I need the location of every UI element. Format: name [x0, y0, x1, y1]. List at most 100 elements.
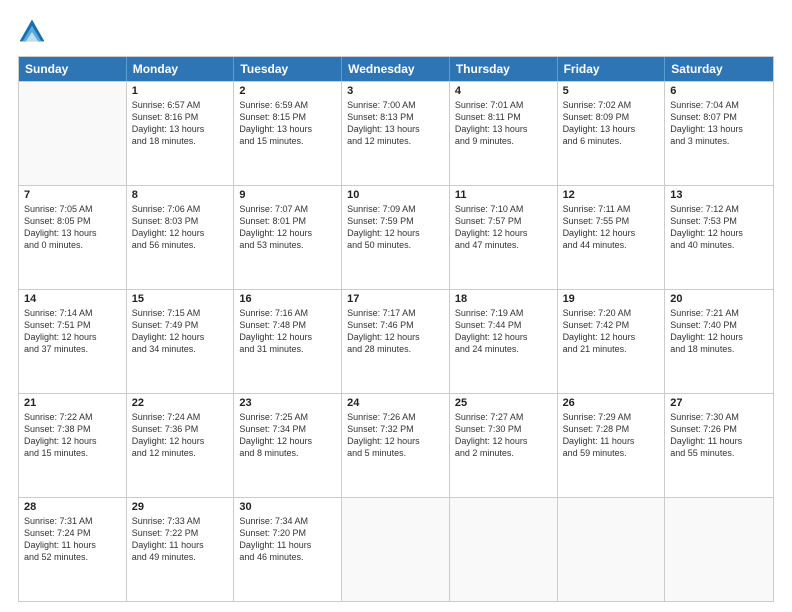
day-number: 15 [132, 293, 229, 305]
day-info: Sunrise: 6:57 AM Sunset: 8:16 PM Dayligh… [132, 99, 229, 148]
calendar-cell: 17 Sunrise: 7:17 AM Sunset: 7:46 PM Dayli… [342, 290, 450, 393]
calendar-cell: 15 Sunrise: 7:15 AM Sunset: 7:49 PM Dayli… [127, 290, 235, 393]
header [18, 18, 774, 46]
day-number: 5 [563, 85, 660, 97]
calendar-cell: 19 Sunrise: 7:20 AM Sunset: 7:42 PM Dayli… [558, 290, 666, 393]
day-number: 11 [455, 189, 552, 201]
day-number: 27 [670, 397, 768, 409]
calendar-cell: 3 Sunrise: 7:00 AM Sunset: 8:13 PM Daylig… [342, 82, 450, 185]
day-info: Sunrise: 7:26 AM Sunset: 7:32 PM Dayligh… [347, 411, 444, 460]
day-number: 16 [239, 293, 336, 305]
day-info: Sunrise: 7:07 AM Sunset: 8:01 PM Dayligh… [239, 203, 336, 252]
day-number: 12 [563, 189, 660, 201]
day-info: Sunrise: 7:17 AM Sunset: 7:46 PM Dayligh… [347, 307, 444, 356]
day-number: 29 [132, 501, 229, 513]
calendar-cell: 25 Sunrise: 7:27 AM Sunset: 7:30 PM Dayli… [450, 394, 558, 497]
day-number: 14 [24, 293, 121, 305]
calendar-cell: 27 Sunrise: 7:30 AM Sunset: 7:26 PM Dayli… [665, 394, 773, 497]
weekday-header-friday: Friday [558, 57, 666, 81]
calendar-cell [19, 82, 127, 185]
day-info: Sunrise: 7:22 AM Sunset: 7:38 PM Dayligh… [24, 411, 121, 460]
calendar-cell: 18Sunrise: 7:19 AM Sunset: 7:44 PM Dayli… [450, 290, 558, 393]
calendar-cell [450, 498, 558, 601]
day-number: 10 [347, 189, 444, 201]
calendar-cell: 21 Sunrise: 7:22 AM Sunset: 7:38 PM Dayli… [19, 394, 127, 497]
day-info: Sunrise: 7:20 AM Sunset: 7:42 PM Dayligh… [563, 307, 660, 356]
day-info: Sunrise: 7:11 AM Sunset: 7:55 PM Dayligh… [563, 203, 660, 252]
day-number: 26 [563, 397, 660, 409]
calendar-cell: 5Sunrise: 7:02 AM Sunset: 8:09 PM Daylig… [558, 82, 666, 185]
calendar-cell: 10 Sunrise: 7:09 AM Sunset: 7:59 PM Dayli… [342, 186, 450, 289]
calendar-cell: 20Sunrise: 7:21 AM Sunset: 7:40 PM Dayli… [665, 290, 773, 393]
day-info: Sunrise: 7:29 AM Sunset: 7:28 PM Dayligh… [563, 411, 660, 460]
day-number: 30 [239, 501, 336, 513]
calendar-cell [342, 498, 450, 601]
day-number: 8 [132, 189, 229, 201]
day-info: Sunrise: 7:14 AM Sunset: 7:51 PM Dayligh… [24, 307, 121, 356]
weekday-header-monday: Monday [127, 57, 235, 81]
calendar-cell: 2Sunrise: 6:59 AM Sunset: 8:15 PM Daylig… [234, 82, 342, 185]
calendar-row-5: 28 Sunrise: 7:31 AM Sunset: 7:24 PM Dayli… [19, 497, 773, 601]
calendar-cell: 26 Sunrise: 7:29 AM Sunset: 7:28 PM Dayli… [558, 394, 666, 497]
calendar: SundayMondayTuesdayWednesdayThursdayFrid… [18, 56, 774, 602]
calendar-cell [665, 498, 773, 601]
day-number: 18 [455, 293, 552, 305]
calendar-cell: 30 Sunrise: 7:34 AM Sunset: 7:20 PM Dayli… [234, 498, 342, 601]
calendar-row-3: 14 Sunrise: 7:14 AM Sunset: 7:51 PM Dayli… [19, 289, 773, 393]
day-number: 1 [132, 85, 229, 97]
calendar-cell: 13Sunrise: 7:12 AM Sunset: 7:53 PM Dayli… [665, 186, 773, 289]
calendar-cell: 8 Sunrise: 7:06 AM Sunset: 8:03 PM Daylig… [127, 186, 235, 289]
calendar-cell: 24Sunrise: 7:26 AM Sunset: 7:32 PM Dayli… [342, 394, 450, 497]
day-info: Sunrise: 7:33 AM Sunset: 7:22 PM Dayligh… [132, 515, 229, 564]
day-info: Sunrise: 7:34 AM Sunset: 7:20 PM Dayligh… [239, 515, 336, 564]
day-number: 3 [347, 85, 444, 97]
day-number: 21 [24, 397, 121, 409]
day-number: 22 [132, 397, 229, 409]
logo-icon [18, 18, 46, 46]
calendar-cell: 14 Sunrise: 7:14 AM Sunset: 7:51 PM Dayli… [19, 290, 127, 393]
day-info: Sunrise: 7:05 AM Sunset: 8:05 PM Dayligh… [24, 203, 121, 252]
day-number: 17 [347, 293, 444, 305]
calendar-cell [558, 498, 666, 601]
day-info: Sunrise: 7:15 AM Sunset: 7:49 PM Dayligh… [132, 307, 229, 356]
calendar-row-4: 21 Sunrise: 7:22 AM Sunset: 7:38 PM Dayli… [19, 393, 773, 497]
weekday-header-saturday: Saturday [665, 57, 773, 81]
weekday-header-thursday: Thursday [450, 57, 558, 81]
calendar-cell: 6Sunrise: 7:04 AM Sunset: 8:07 PM Daylig… [665, 82, 773, 185]
day-info: Sunrise: 7:27 AM Sunset: 7:30 PM Dayligh… [455, 411, 552, 460]
day-info: Sunrise: 7:10 AM Sunset: 7:57 PM Dayligh… [455, 203, 552, 252]
day-info: Sunrise: 7:04 AM Sunset: 8:07 PM Dayligh… [670, 99, 768, 148]
calendar-row-2: 7 Sunrise: 7:05 AM Sunset: 8:05 PM Daylig… [19, 185, 773, 289]
logo [18, 18, 50, 46]
calendar-cell: 23 Sunrise: 7:25 AM Sunset: 7:34 PM Dayli… [234, 394, 342, 497]
calendar-cell: 7 Sunrise: 7:05 AM Sunset: 8:05 PM Daylig… [19, 186, 127, 289]
calendar-body: 1 Sunrise: 6:57 AM Sunset: 8:16 PM Daylig… [19, 81, 773, 601]
day-info: Sunrise: 6:59 AM Sunset: 8:15 PM Dayligh… [239, 99, 336, 148]
day-info: Sunrise: 7:30 AM Sunset: 7:26 PM Dayligh… [670, 411, 768, 460]
calendar-cell: 28 Sunrise: 7:31 AM Sunset: 7:24 PM Dayli… [19, 498, 127, 601]
day-info: Sunrise: 7:16 AM Sunset: 7:48 PM Dayligh… [239, 307, 336, 356]
page: SundayMondayTuesdayWednesdayThursdayFrid… [0, 0, 792, 612]
day-info: Sunrise: 7:25 AM Sunset: 7:34 PM Dayligh… [239, 411, 336, 460]
day-info: Sunrise: 7:31 AM Sunset: 7:24 PM Dayligh… [24, 515, 121, 564]
day-number: 19 [563, 293, 660, 305]
day-number: 9 [239, 189, 336, 201]
calendar-header: SundayMondayTuesdayWednesdayThursdayFrid… [19, 57, 773, 81]
day-info: Sunrise: 7:00 AM Sunset: 8:13 PM Dayligh… [347, 99, 444, 148]
weekday-header-wednesday: Wednesday [342, 57, 450, 81]
calendar-cell: 4Sunrise: 7:01 AM Sunset: 8:11 PM Daylig… [450, 82, 558, 185]
day-number: 4 [455, 85, 552, 97]
calendar-cell: 29 Sunrise: 7:33 AM Sunset: 7:22 PM Dayli… [127, 498, 235, 601]
weekday-header-sunday: Sunday [19, 57, 127, 81]
day-number: 7 [24, 189, 121, 201]
day-info: Sunrise: 7:06 AM Sunset: 8:03 PM Dayligh… [132, 203, 229, 252]
weekday-header-tuesday: Tuesday [234, 57, 342, 81]
day-number: 23 [239, 397, 336, 409]
calendar-cell: 9 Sunrise: 7:07 AM Sunset: 8:01 PM Daylig… [234, 186, 342, 289]
calendar-cell: 12 Sunrise: 7:11 AM Sunset: 7:55 PM Dayli… [558, 186, 666, 289]
calendar-cell: 16 Sunrise: 7:16 AM Sunset: 7:48 PM Dayli… [234, 290, 342, 393]
calendar-cell: 22Sunrise: 7:24 AM Sunset: 7:36 PM Dayli… [127, 394, 235, 497]
day-number: 28 [24, 501, 121, 513]
day-number: 25 [455, 397, 552, 409]
day-info: Sunrise: 7:09 AM Sunset: 7:59 PM Dayligh… [347, 203, 444, 252]
